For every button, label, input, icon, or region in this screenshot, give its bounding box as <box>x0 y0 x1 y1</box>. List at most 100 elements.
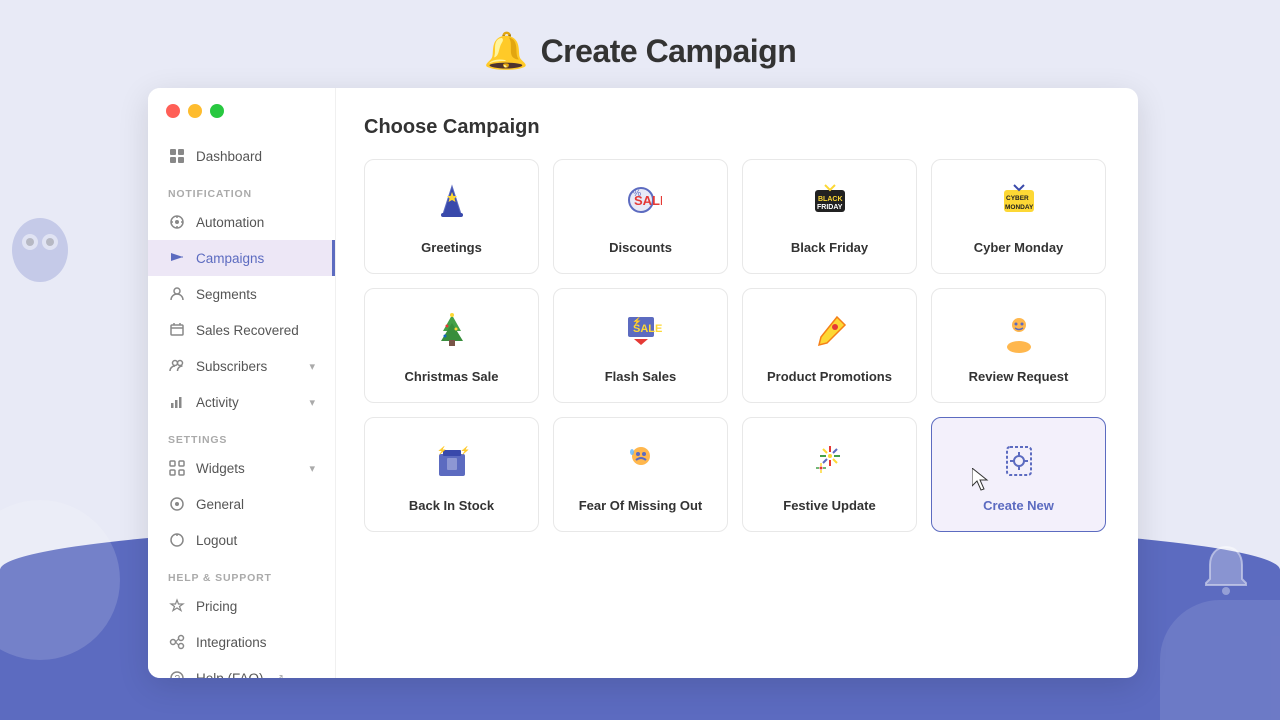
background-corner <box>1160 600 1280 720</box>
campaign-card-festive-update[interactable]: Festive Update <box>742 417 917 532</box>
subscribers-chevron: ▾ <box>309 360 315 373</box>
campaign-card-create-new[interactable]: Create New <box>931 417 1106 532</box>
sidebar-label-integrations: Integrations <box>196 635 267 650</box>
back-in-stock-icon: ⚡ ⚡ <box>431 440 473 488</box>
cyber-monday-icon: CYBER MONDAY <box>998 182 1040 230</box>
sidebar-item-sales-recovered[interactable]: Sales Recovered <box>148 312 335 348</box>
discounts-label: Discounts <box>609 240 672 255</box>
campaign-card-greetings[interactable]: Greetings <box>364 159 539 274</box>
greetings-label: Greetings <box>421 240 482 255</box>
logout-icon <box>168 531 186 549</box>
sidebar-section-help: HELP & SUPPORT <box>148 558 335 588</box>
main-content: Choose Campaign Greetings <box>336 88 1138 678</box>
create-new-label: Create New <box>983 498 1054 513</box>
page-title: Create Campaign <box>541 33 797 70</box>
subscribers-icon <box>168 357 186 375</box>
sidebar-section-settings: SETTINGS <box>148 420 335 450</box>
campaign-card-fear-of-missing-out[interactable]: Fear Of Missing Out <box>553 417 728 532</box>
traffic-lights <box>166 104 224 118</box>
sidebar-label-help-faq: Help (FAQ) <box>196 671 264 679</box>
campaign-card-christmas-sale[interactable]: Christmas Sale <box>364 288 539 403</box>
page-title-icon: 🔔 <box>484 30 529 72</box>
section-title: Choose Campaign <box>364 116 1106 139</box>
cyber-monday-label: Cyber Monday <box>974 240 1064 255</box>
flash-sales-icon: SALE ⚡ <box>620 311 662 359</box>
sidebar-label-general: General <box>196 497 244 512</box>
sidebar-item-activity[interactable]: Activity ▾ <box>148 384 335 420</box>
sidebar-item-dashboard[interactable]: Dashboard <box>148 138 335 174</box>
sidebar-item-campaigns[interactable]: Campaigns <box>148 240 335 276</box>
svg-text:⚡: ⚡ <box>632 316 642 326</box>
automation-icon <box>168 213 186 231</box>
external-link-icon: ↗ <box>276 673 284 679</box>
sidebar-label-dashboard: Dashboard <box>196 149 262 164</box>
widgets-chevron: ▾ <box>309 462 315 475</box>
sidebar-section-notification: NOTIFICATION <box>148 174 335 204</box>
sidebar-item-pricing[interactable]: Pricing <box>148 588 335 624</box>
svg-text:?: ? <box>175 674 181 678</box>
campaign-card-cyber-monday[interactable]: CYBER MONDAY Cyber Monday <box>931 159 1106 274</box>
campaign-card-flash-sales[interactable]: SALE ⚡ Flash Sales <box>553 288 728 403</box>
festive-update-icon <box>809 440 851 488</box>
widgets-icon <box>168 459 186 477</box>
sidebar-label-activity: Activity <box>196 395 239 410</box>
sidebar-label-pricing: Pricing <box>196 599 237 614</box>
fear-of-missing-out-label: Fear Of Missing Out <box>579 498 703 513</box>
sidebar-label-logout: Logout <box>196 533 237 548</box>
discounts-icon: SALE % <box>620 182 662 230</box>
christmas-sale-label: Christmas Sale <box>405 369 499 384</box>
pricing-icon <box>168 597 186 615</box>
page-title-area: 🔔 Create Campaign <box>484 30 797 72</box>
product-promotions-icon <box>809 311 851 359</box>
review-request-label: Review Request <box>969 369 1069 384</box>
campaign-grid: Greetings SALE % Discounts <box>364 159 1106 532</box>
product-promotions-label: Product Promotions <box>767 369 892 384</box>
mascot-decoration <box>0 200 130 295</box>
sidebar-item-general[interactable]: General <box>148 486 335 522</box>
sales-recovered-icon <box>168 321 186 339</box>
sidebar-label-subscribers: Subscribers <box>196 359 267 374</box>
svg-text:%: % <box>633 188 641 198</box>
sidebar-label-widgets: Widgets <box>196 461 245 476</box>
svg-text:MONDAY: MONDAY <box>1005 204 1034 211</box>
campaign-card-back-in-stock[interactable]: ⚡ ⚡ Back In Stock <box>364 417 539 532</box>
sidebar-item-logout[interactable]: Logout <box>148 522 335 558</box>
sidebar-item-integrations[interactable]: Integrations <box>148 624 335 660</box>
sidebar-item-help-faq[interactable]: ? Help (FAQ) ↗ <box>148 660 335 678</box>
integrations-icon <box>168 633 186 651</box>
black-friday-icon: BLACK FRIDAY <box>809 182 851 230</box>
campaign-card-discounts[interactable]: SALE % Discounts <box>553 159 728 274</box>
svg-text:⚡: ⚡ <box>460 445 470 455</box>
campaign-card-black-friday[interactable]: BLACK FRIDAY Black Friday <box>742 159 917 274</box>
traffic-light-red[interactable] <box>166 104 180 118</box>
christmas-sale-icon <box>431 311 473 359</box>
sidebar-label-segments: Segments <box>196 287 257 302</box>
greetings-icon <box>431 182 473 230</box>
sidebar-label-campaigns: Campaigns <box>196 251 264 266</box>
background-bell-icon <box>1202 543 1250 600</box>
general-icon <box>168 495 186 513</box>
campaign-card-product-promotions[interactable]: Product Promotions <box>742 288 917 403</box>
activity-chevron: ▾ <box>309 396 315 409</box>
sidebar: Dashboard NOTIFICATION Automation <box>148 88 336 678</box>
sidebar-item-segments[interactable]: Segments <box>148 276 335 312</box>
svg-text:FRIDAY: FRIDAY <box>817 204 843 211</box>
traffic-light-yellow[interactable] <box>188 104 202 118</box>
review-request-icon <box>998 311 1040 359</box>
sidebar-item-subscribers[interactable]: Subscribers ▾ <box>148 348 335 384</box>
sidebar-item-automation[interactable]: Automation <box>148 204 335 240</box>
segments-icon <box>168 285 186 303</box>
fear-of-missing-out-icon <box>620 440 662 488</box>
sidebar-label-sales-recovered: Sales Recovered <box>196 323 299 338</box>
activity-icon <box>168 393 186 411</box>
festive-update-label: Festive Update <box>783 498 875 513</box>
traffic-light-green[interactable] <box>210 104 224 118</box>
svg-text:CYBER: CYBER <box>1006 195 1029 202</box>
svg-text:BLACK: BLACK <box>818 196 843 203</box>
campaign-card-review-request[interactable]: Review Request <box>931 288 1106 403</box>
sidebar-label-automation: Automation <box>196 215 264 230</box>
black-friday-label: Black Friday <box>791 240 868 255</box>
help-icon: ? <box>168 669 186 678</box>
flash-sales-label: Flash Sales <box>605 369 677 384</box>
sidebar-item-widgets[interactable]: Widgets ▾ <box>148 450 335 486</box>
